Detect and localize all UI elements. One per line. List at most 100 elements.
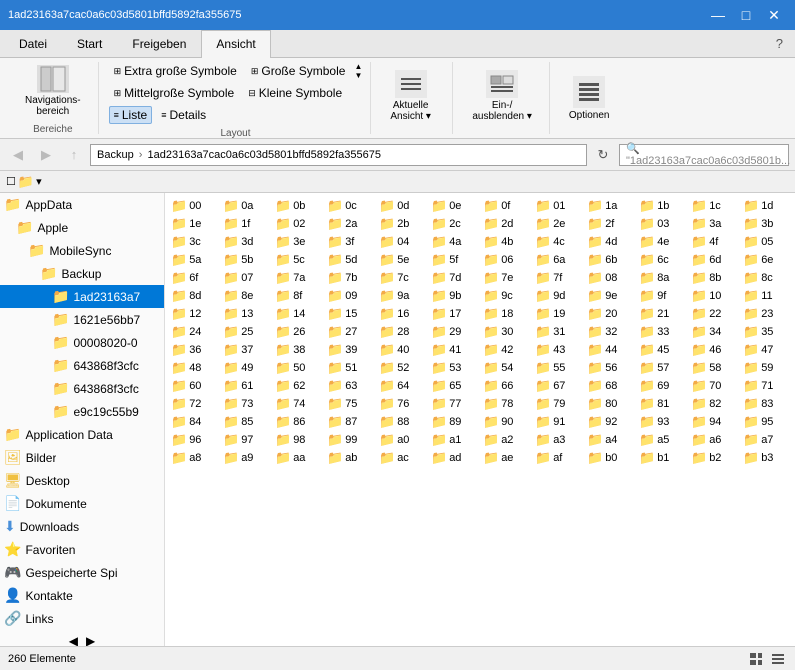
scroll-up[interactable]: ▲ [354,62,362,71]
file-item[interactable]: 📁75 [325,395,377,413]
file-item[interactable]: 📁7b [325,269,377,287]
file-item[interactable]: 📁4b [481,233,533,251]
file-item[interactable]: 📁6e [741,251,793,269]
help-button[interactable]: ? [768,30,791,57]
sidebar-item-dokumente[interactable]: 📄 Dokumente [0,492,164,515]
file-item[interactable]: 📁12 [169,305,221,323]
file-item[interactable]: 📁2c [429,215,481,233]
file-item[interactable]: 📁b2 [689,449,741,467]
file-item[interactable]: 📁6f [169,269,221,287]
file-item[interactable]: 📁05 [741,233,793,251]
file-item[interactable]: 📁8d [169,287,221,305]
tab-ansicht[interactable]: Ansicht [201,30,270,58]
file-item[interactable]: 📁56 [585,359,637,377]
file-item[interactable]: 📁2f [585,215,637,233]
file-item[interactable]: 📁a1 [429,431,481,449]
file-item[interactable]: 📁6a [533,251,585,269]
file-item[interactable]: 📁30 [481,323,533,341]
file-item[interactable]: 📁9b [429,287,481,305]
file-item[interactable]: 📁a4 [585,431,637,449]
file-item[interactable]: 📁43 [533,341,585,359]
file-item[interactable]: 📁45 [637,341,689,359]
file-item[interactable]: 📁41 [429,341,481,359]
file-item[interactable]: 📁36 [169,341,221,359]
file-item[interactable]: 📁27 [325,323,377,341]
file-item[interactable]: 📁21 [637,305,689,323]
file-item[interactable]: 📁92 [585,413,637,431]
file-item[interactable]: 📁90 [481,413,533,431]
file-item[interactable]: 📁b1 [637,449,689,467]
file-item[interactable]: 📁06 [481,251,533,269]
file-item[interactable]: 📁09 [325,287,377,305]
sidebar-item-apple[interactable]: 📁 Apple [0,216,164,239]
sidebar-item-643868f3a[interactable]: 📁 643868f3cfc [0,354,164,377]
file-item[interactable]: 📁7a [273,269,325,287]
file-item[interactable]: 📁40 [377,341,429,359]
file-item[interactable]: 📁80 [585,395,637,413]
file-item[interactable]: 📁86 [273,413,325,431]
sidebar-item-bilder[interactable]: 🖼 Bilder [0,446,164,469]
dropdown-arrow[interactable]: ▾ [36,175,42,188]
file-item[interactable]: 📁07 [221,269,273,287]
file-item[interactable]: 📁48 [169,359,221,377]
file-item[interactable]: 📁4f [689,233,741,251]
file-item[interactable]: 📁1b [637,197,689,215]
file-item[interactable]: 📁96 [169,431,221,449]
sidebar-item-appdata[interactable]: 📁 AppData [0,193,164,216]
file-item[interactable]: 📁7e [481,269,533,287]
file-item[interactable]: 📁77 [429,395,481,413]
file-item[interactable]: 📁79 [533,395,585,413]
file-item[interactable]: 📁42 [481,341,533,359]
file-item[interactable]: 📁5b [221,251,273,269]
file-item[interactable]: 📁ae [481,449,533,467]
file-item[interactable]: 📁18 [481,305,533,323]
file-item[interactable]: 📁2a [325,215,377,233]
file-item[interactable]: 📁39 [325,341,377,359]
details-btn[interactable]: ≡ Details [156,106,211,124]
up-button[interactable]: ↑ [62,143,86,167]
file-item[interactable]: 📁8f [273,287,325,305]
file-item[interactable]: 📁53 [429,359,481,377]
file-item[interactable]: 📁94 [689,413,741,431]
file-item[interactable]: 📁59 [741,359,793,377]
file-item[interactable]: 📁a2 [481,431,533,449]
close-button[interactable]: ✕ [761,5,787,25]
file-item[interactable]: 📁00 [169,197,221,215]
file-item[interactable]: 📁20 [585,305,637,323]
file-item[interactable]: 📁25 [221,323,273,341]
file-item[interactable]: 📁49 [221,359,273,377]
file-item[interactable]: 📁6d [689,251,741,269]
file-item[interactable]: 📁5f [429,251,481,269]
file-item[interactable]: 📁7c [377,269,429,287]
file-item[interactable]: 📁4d [585,233,637,251]
file-item[interactable]: 📁82 [689,395,741,413]
file-item[interactable]: 📁95 [741,413,793,431]
address-path[interactable]: Backup › 1ad23163a7cac0a6c03d5801bffd589… [90,144,587,166]
file-item[interactable]: 📁a9 [221,449,273,467]
file-item[interactable]: 📁5d [325,251,377,269]
file-item[interactable]: 📁1c [689,197,741,215]
file-item[interactable]: 📁62 [273,377,325,395]
file-item[interactable]: 📁15 [325,305,377,323]
sidebar-item-desktop[interactable]: 🖥 Desktop [0,469,164,492]
file-item[interactable]: 📁6b [585,251,637,269]
file-item[interactable]: 📁9a [377,287,429,305]
small-btn[interactable]: ⊟ Kleine Symbole [243,84,347,102]
file-item[interactable]: 📁66 [481,377,533,395]
medium-btn[interactable]: ⊞ Mittelgroße Symbole [109,84,240,102]
file-item[interactable]: 📁50 [273,359,325,377]
file-item[interactable]: 📁2b [377,215,429,233]
file-item[interactable]: 📁13 [221,305,273,323]
sidebar-item-kontakte[interactable]: 👤 Kontakte [0,584,164,607]
file-item[interactable]: 📁0b [273,197,325,215]
file-item[interactable]: 📁a0 [377,431,429,449]
file-item[interactable]: 📁23 [741,305,793,323]
nav-pane-button[interactable]: Navigations-bereich [16,62,90,120]
file-item[interactable]: 📁b3 [741,449,793,467]
file-item[interactable]: 📁4a [429,233,481,251]
file-item[interactable]: 📁69 [637,377,689,395]
file-item[interactable]: 📁ac [377,449,429,467]
file-item[interactable]: 📁0a [221,197,273,215]
file-item[interactable]: 📁8b [689,269,741,287]
file-item[interactable]: 📁31 [533,323,585,341]
